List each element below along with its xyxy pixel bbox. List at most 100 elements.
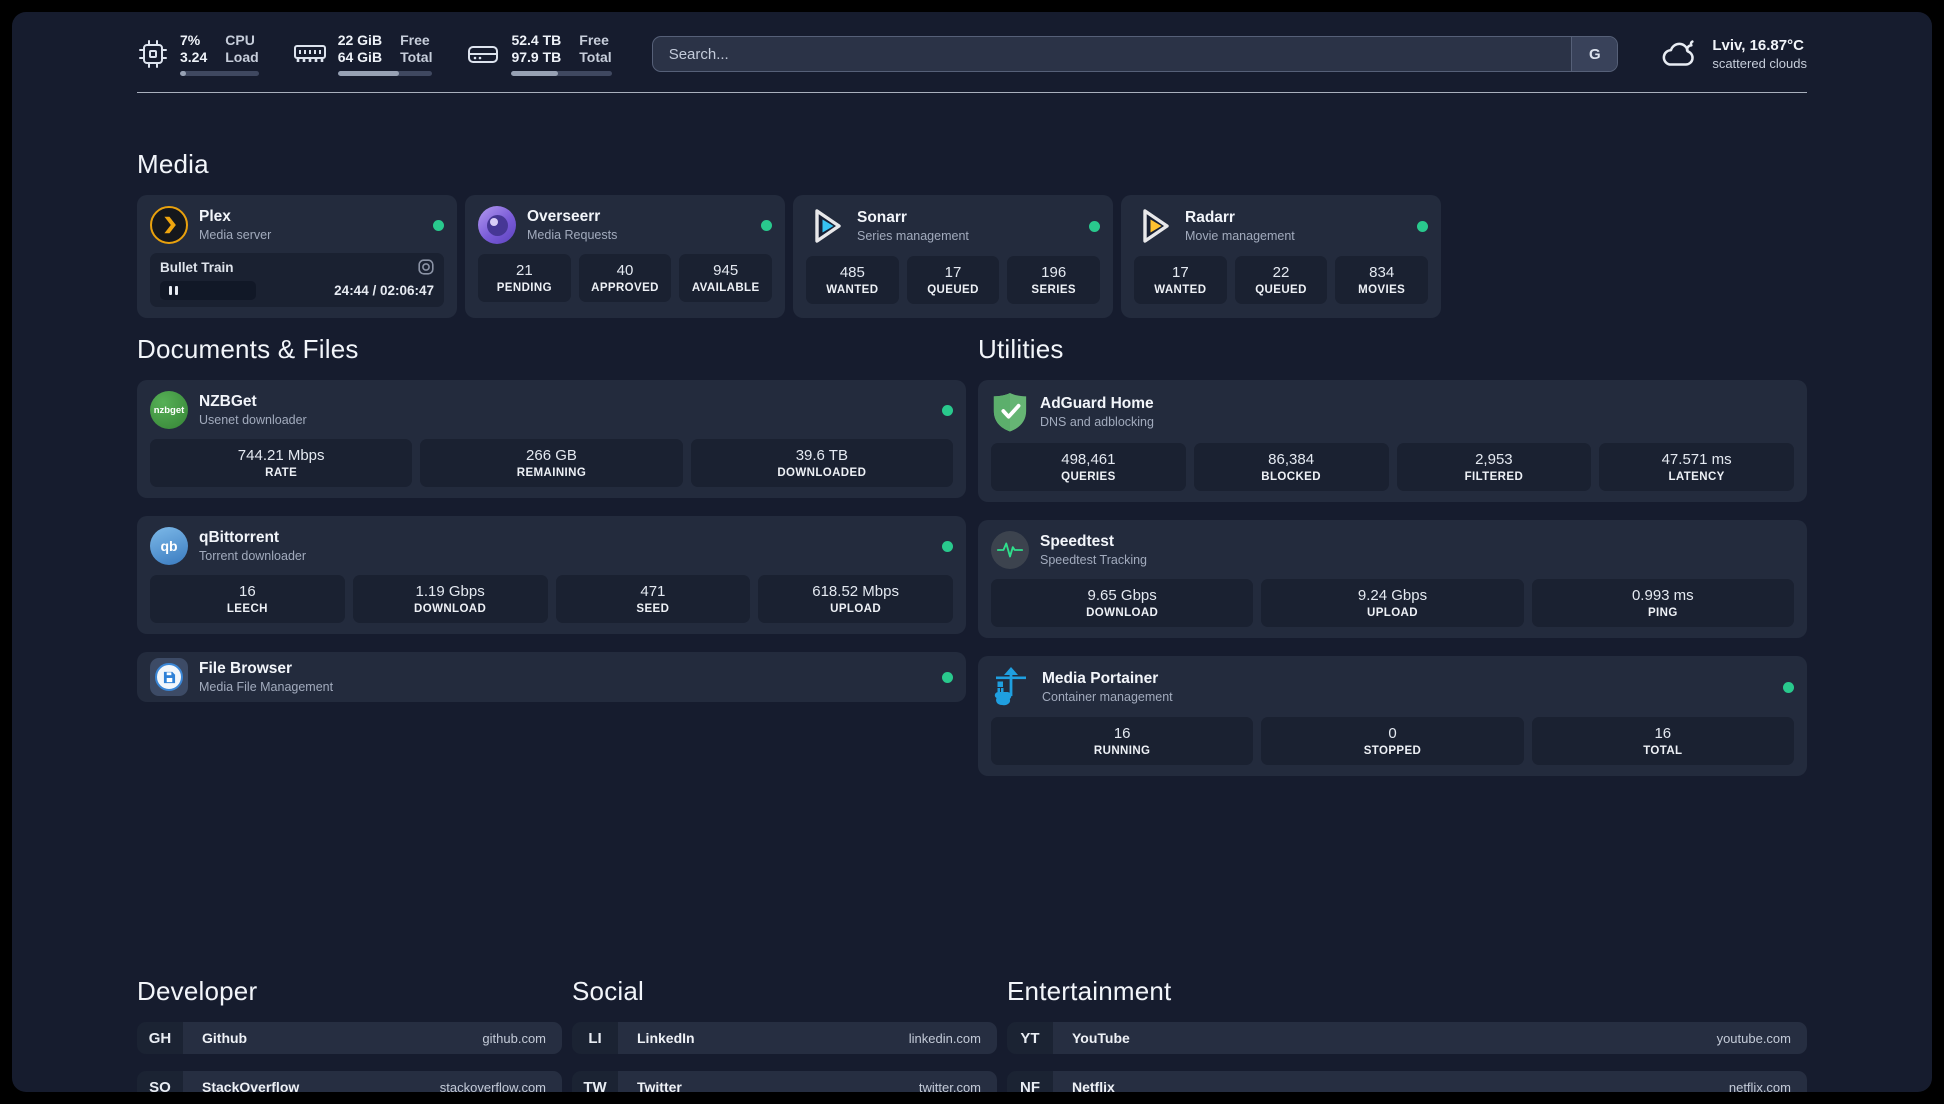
app-description: Media Requests: [527, 228, 618, 242]
bookmark-name: StackOverflow: [202, 1079, 300, 1092]
cloud-icon: [1662, 40, 1695, 66]
bookmark-github[interactable]: GH Github github.com: [137, 1022, 562, 1054]
stat-box: 16 RUNNING: [991, 717, 1254, 765]
bookmark-name: Twitter: [637, 1079, 682, 1092]
stat-label: QUEUED: [927, 284, 979, 296]
disk-free-value: 52.4 TB: [511, 32, 562, 48]
app-card-portainer[interactable]: Media Portainer Container management 16 …: [978, 656, 1807, 776]
app-description: DNS and adblocking: [1040, 415, 1154, 429]
stat-box: 22 QUEUED: [1234, 256, 1328, 304]
app-description: Movie management: [1185, 229, 1295, 243]
stat-box: 17 QUEUED: [906, 256, 1000, 304]
app-card-adguard[interactable]: AdGuard Home DNS and adblocking 498,461 …: [978, 380, 1807, 502]
stat-value: 47.571 ms: [1661, 451, 1732, 468]
app-name: Media Portainer: [1042, 670, 1159, 687]
pause-icon[interactable]: [169, 286, 178, 295]
app-description: Torrent downloader: [199, 549, 307, 563]
app-card-plex[interactable]: Plex Media server Bullet Train 24:44 / 0…: [137, 195, 457, 318]
speedtest-icon: [991, 531, 1029, 569]
stat-label: RATE: [265, 467, 298, 479]
bookmark-stackoverflow[interactable]: SO StackOverflow stackoverflow.com: [137, 1071, 562, 1092]
dashboard-page: 7% 3.24 CPU Load 22 GiB 64 GiB Free Tota…: [12, 12, 1932, 1092]
cpu-load-label: Load: [225, 49, 259, 65]
cpu-load-value: 3.24: [180, 49, 208, 65]
stat-value: 834: [1369, 264, 1395, 281]
header: 7% 3.24 CPU Load 22 GiB 64 GiB Free Tota…: [137, 32, 1807, 76]
stat-value: 9.24 Gbps: [1357, 587, 1428, 604]
app-name: AdGuard Home: [1040, 395, 1154, 412]
bookmark-group-social: Social LI LinkedIn linkedin.com TW Twitt…: [572, 976, 997, 1092]
cpu-icon: [139, 40, 167, 68]
now-playing-options-icon[interactable]: [418, 259, 434, 275]
app-name: File Browser: [199, 660, 293, 677]
app-card-sonarr[interactable]: Sonarr Series management 485 WANTED 17 Q…: [793, 195, 1113, 318]
search-input[interactable]: [652, 37, 1572, 71]
stat-label: STOPPED: [1363, 745, 1422, 757]
stat-box: 0 STOPPED: [1261, 717, 1524, 765]
bookmark-twitter[interactable]: TW Twitter twitter.com: [572, 1071, 997, 1092]
disk-free-label: Free: [579, 32, 609, 48]
search-bar[interactable]: G: [651, 36, 1619, 72]
disk-progress-bar: [511, 71, 612, 76]
stat-value: 266 GB: [526, 447, 577, 464]
app-card-filebrowser[interactable]: File Browser Media File Management: [137, 652, 966, 702]
bookmark-url: stackoverflow.com: [439, 1079, 546, 1093]
documents-column: Documents & Files nzbget NZBGet Usenet d…: [137, 334, 966, 794]
ram-total-value: 64 GiB: [337, 49, 383, 65]
bookmark-url: netflix.com: [1728, 1079, 1791, 1093]
search-provider-button[interactable]: G: [1571, 37, 1618, 71]
stat-box: 1.19 Gbps DOWNLOAD: [352, 575, 548, 623]
bookmark-linkedin[interactable]: LI LinkedIn linkedin.com: [572, 1022, 997, 1054]
bookmark-badge: YT: [1007, 1022, 1053, 1054]
stat-label: WANTED: [826, 284, 879, 296]
app-card-speedtest[interactable]: Speedtest Speedtest Tracking 9.65 Gbps D…: [978, 520, 1807, 638]
disk-total-value: 97.9 TB: [511, 49, 562, 65]
app-description: Media server: [199, 228, 272, 242]
stat-label: DOWNLOAD: [414, 603, 487, 615]
playback-progress-pill[interactable]: [160, 281, 256, 300]
overseerr-icon: [478, 206, 516, 244]
cpu-stat: 7% 3.24 CPU Load: [137, 32, 259, 76]
bookmark-netflix[interactable]: NF Netflix netflix.com: [1007, 1071, 1807, 1092]
app-card-radarr[interactable]: Radarr Movie management 17 WANTED 22 QUE…: [1121, 195, 1441, 318]
stat-box: 498,461 QUERIES: [991, 443, 1186, 491]
stat-label: QUERIES: [1061, 471, 1116, 483]
stat-box: 9.24 Gbps UPLOAD: [1261, 579, 1524, 627]
disk-total-label: Total: [579, 49, 612, 65]
status-online-dot: [761, 219, 772, 231]
ram-icon: [293, 45, 326, 62]
bookmark-badge: TW: [572, 1071, 618, 1092]
bookmark-name: Netflix: [1072, 1079, 1115, 1092]
bookmark-youtube[interactable]: YT YouTube youtube.com: [1007, 1022, 1807, 1054]
section-title-media: Media: [137, 149, 209, 179]
bookmark-badge: SO: [137, 1071, 183, 1092]
app-name: Speedtest: [1040, 533, 1115, 550]
disk-stat: 52.4 TB 97.9 TB Free Total: [466, 32, 612, 76]
app-card-qbittorrent[interactable]: qb qBittorrent Torrent downloader 16 LEE…: [137, 516, 966, 634]
app-card-overseerr[interactable]: Overseerr Media Requests 21 PENDING 40 A…: [465, 195, 785, 318]
stat-label: SEED: [636, 603, 670, 615]
stat-box: 9.65 Gbps DOWNLOAD: [991, 579, 1254, 627]
stat-value: 498,461: [1061, 451, 1116, 468]
portainer-icon: [994, 667, 1026, 706]
bookmark-badge: GH: [137, 1022, 183, 1054]
stat-value: 86,384: [1268, 451, 1315, 468]
radarr-icon: [1143, 209, 1169, 243]
status-online-dot: [1783, 681, 1794, 693]
app-name: Sonarr: [857, 209, 907, 226]
app-card-nzbget[interactable]: nzbget NZBGet Usenet downloader 744.21 M…: [137, 380, 966, 498]
stat-label: MOVIES: [1358, 284, 1406, 296]
bookmark-url: linkedin.com: [908, 1030, 981, 1046]
weather-location: Lviv, 16.87°C: [1712, 37, 1804, 54]
nzbget-icon: nzbget: [150, 391, 188, 429]
app-description: Speedtest Tracking: [1040, 553, 1148, 567]
stat-box: 2,953 FILTERED: [1396, 443, 1592, 491]
ram-total-label: Total: [400, 49, 433, 65]
stat-box: 47.571 ms LATENCY: [1599, 443, 1794, 491]
stat-value: 945: [713, 262, 739, 279]
bookmark-url: youtube.com: [1716, 1030, 1791, 1046]
app-name: Plex: [199, 208, 231, 225]
system-stats: 7% 3.24 CPU Load 22 GiB 64 GiB Free Tota…: [137, 32, 612, 76]
stat-box: 744.21 Mbps RATE: [150, 439, 413, 487]
adguard-icon: [993, 393, 1027, 432]
